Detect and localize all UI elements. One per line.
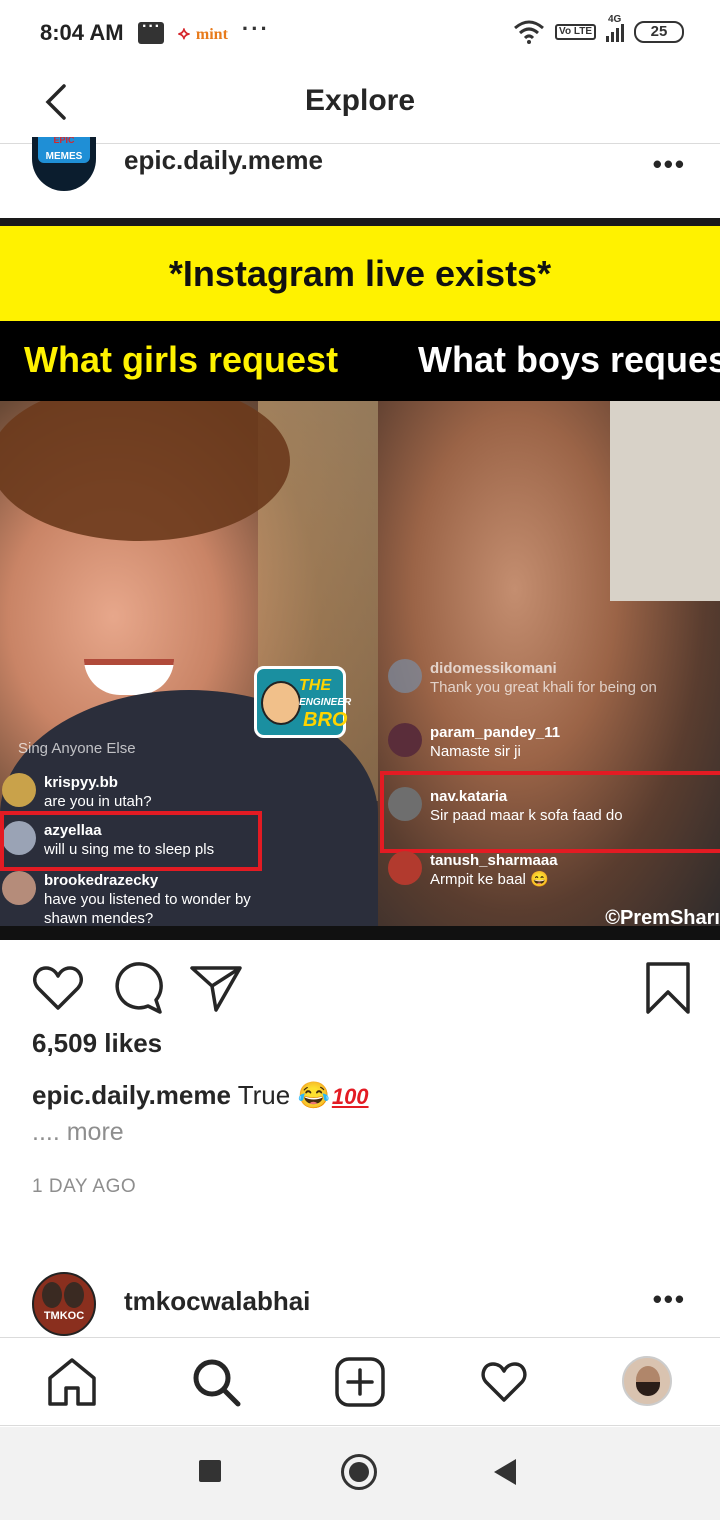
avatar[interactable]: EPIC MEMES: [32, 137, 96, 191]
bookmark-icon[interactable]: [640, 960, 696, 1016]
caption-text: True: [237, 1080, 291, 1110]
system-icons: Vo LTE 4G 25: [513, 14, 684, 44]
wifi-icon: [514, 20, 545, 44]
send-icon[interactable]: [188, 960, 244, 1016]
more-options-icon[interactable]: •••: [653, 149, 686, 180]
more-notifications-icon: ···: [241, 16, 270, 41]
more-link[interactable]: .... more: [32, 1118, 124, 1147]
status-bar: 8:04 AM ⟡mint ··· Vo LTE 4G 25: [0, 0, 720, 64]
live-comment: nav.kataria Sir paad maar k sofa faad do: [388, 787, 623, 825]
highlight-box: [0, 811, 262, 871]
sticker-engineer-bro: THE ENGINEER BRO: [254, 666, 351, 738]
system-navigation-bar: [0, 1427, 720, 1520]
avatar[interactable]: TMKOC: [32, 1272, 96, 1336]
post-username[interactable]: tmkocwalabhai: [124, 1286, 310, 1317]
post-image[interactable]: *Instagram live exists* What girls reque…: [0, 218, 720, 940]
status-time: 8:04 AM: [40, 20, 124, 45]
home-button-icon[interactable]: [341, 1454, 377, 1490]
post-actions: [0, 960, 720, 1020]
post-timestamp: 1 DAY AGO: [32, 1176, 137, 1197]
live-comment: tanush_sharmaaa Armpit ke baal 😄: [388, 851, 558, 889]
laughing-emoji: 😂: [297, 1080, 330, 1110]
signal-icon: 4G: [606, 14, 624, 42]
meme-labels: What girls request What boys reques: [0, 321, 720, 401]
meme-label-right: What boys reques: [418, 339, 720, 380]
avatar-text-bottom: MEMES: [45, 151, 83, 162]
battery-icon: 25: [634, 21, 684, 43]
volte-icon: Vo LTE: [555, 24, 596, 40]
caption-username[interactable]: epic.daily.meme: [32, 1080, 231, 1110]
meme-label-left: What girls request: [24, 339, 339, 380]
next-post-header: TMKOC tmkocwalabhai •••: [0, 1268, 720, 1338]
avatar-text: TMKOC: [43, 1310, 85, 1322]
profile-avatar[interactable]: [622, 1356, 672, 1406]
avatar-text-top: EPIC: [53, 137, 75, 145]
search-icon[interactable]: [190, 1356, 242, 1408]
page-title: Explore: [304, 84, 416, 117]
live-comment: krispyy.bb are you in utah?: [2, 773, 152, 811]
post-username[interactable]: epic.daily.meme: [124, 145, 323, 176]
home-icon[interactable]: [46, 1356, 98, 1408]
recent-apps-icon[interactable]: [199, 1460, 221, 1482]
top-nav: Explore: [0, 64, 720, 144]
live-comment: didomessikomani Thank you great khali for…: [388, 659, 657, 697]
meme-banner-text: *Instagram live exists*: [168, 252, 552, 294]
back-triangle-icon[interactable]: [494, 1459, 516, 1485]
comment-icon[interactable]: [108, 960, 164, 1016]
heart-icon[interactable]: [30, 960, 86, 1016]
post-caption: epic.daily.meme True 😂100: [32, 1080, 369, 1111]
message-icon: [138, 18, 164, 44]
hundred-emoji: 100: [331, 1084, 369, 1109]
meme-banner: *Instagram live exists*: [0, 226, 720, 321]
more-options-icon[interactable]: •••: [653, 1284, 686, 1315]
live-comment: param_pandey_11 Namaste sir ji: [388, 723, 560, 761]
heart-icon[interactable]: [478, 1356, 530, 1408]
add-post-icon[interactable]: [334, 1356, 386, 1408]
live-comment: brookedrazecky have you listened to wonde…: [2, 871, 251, 928]
bottom-tab-bar: [0, 1338, 720, 1426]
meme-panel-right: didomessikomani Thank you great khali for…: [378, 401, 720, 940]
mint-notification: ⟡ mint: [178, 22, 228, 43]
post-header: EPIC MEMES epic.daily.meme •••: [0, 137, 720, 219]
notification-icons: ⟡mint ···: [138, 16, 270, 44]
likes-count[interactable]: 6,509 likes: [32, 1028, 162, 1059]
live-comment: Sing Anyone Else: [18, 740, 136, 757]
